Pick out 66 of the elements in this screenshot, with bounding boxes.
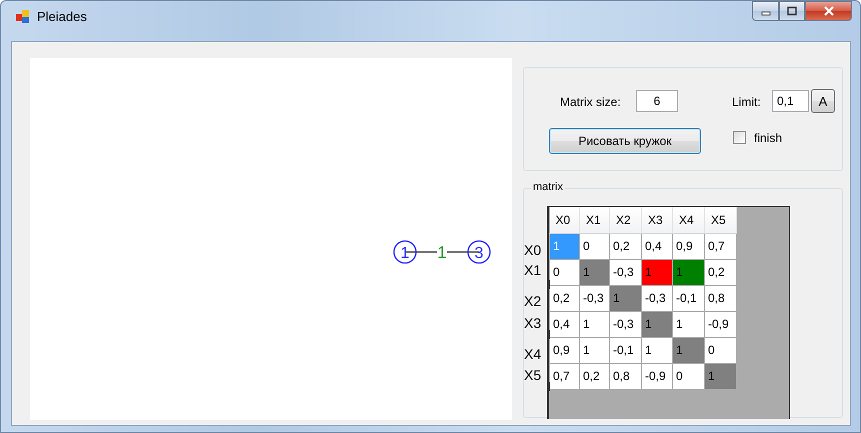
- window-title: Pleiades: [37, 8, 87, 24]
- table-cell[interactable]: -0,3: [580, 285, 610, 311]
- table-cell[interactable]: 0: [704, 337, 736, 363]
- close-button[interactable]: [805, 1, 852, 21]
- table-cell[interactable]: 0: [672, 363, 704, 389]
- table-cell[interactable]: 1: [642, 311, 672, 337]
- table-cell[interactable]: 0,8: [704, 285, 736, 311]
- row-label: X1: [524, 262, 542, 278]
- table-cell[interactable]: 1: [672, 311, 704, 337]
- table-cell[interactable]: 1: [580, 311, 610, 337]
- limit-field[interactable]: 0,1: [772, 90, 809, 112]
- table-cell[interactable]: -0,1: [610, 337, 642, 363]
- column-header[interactable]: X4: [672, 207, 704, 233]
- column-header[interactable]: X5: [704, 207, 736, 233]
- graph-node: 1: [393, 240, 417, 264]
- table-cell[interactable]: 1: [580, 259, 610, 285]
- table-cell[interactable]: 0: [580, 233, 610, 259]
- table-cell[interactable]: 0,9: [672, 233, 704, 259]
- table-cell[interactable]: 0,4: [642, 233, 672, 259]
- table-cell[interactable]: 0,2: [550, 285, 580, 311]
- close-icon: [822, 6, 834, 16]
- table-cell[interactable]: 0,2: [580, 363, 610, 389]
- column-header[interactable]: X0: [550, 207, 580, 233]
- checkbox-label: finish: [754, 131, 782, 145]
- row-label: X3: [524, 315, 542, 331]
- column-header[interactable]: X3: [642, 207, 672, 233]
- maximize-icon: [786, 6, 798, 16]
- minimize-button[interactable]: [752, 1, 779, 21]
- table-cell[interactable]: -0,3: [642, 285, 672, 311]
- table-cell[interactable]: -0,9: [704, 311, 736, 337]
- table-cell[interactable]: 0,2: [610, 233, 642, 259]
- table-cell[interactable]: -0,1: [672, 285, 704, 311]
- table-cell[interactable]: -0,3: [610, 259, 642, 285]
- draw-button[interactable]: Рисовать кружок: [549, 128, 701, 154]
- table-cell[interactable]: 0,8: [610, 363, 642, 389]
- field-label: Matrix size:: [560, 95, 621, 109]
- maximize-button[interactable]: [779, 1, 805, 21]
- table-cell[interactable]: 1: [642, 337, 672, 363]
- row-label: X0: [524, 242, 542, 258]
- finish-checkbox[interactable]: [733, 131, 746, 144]
- apply-button[interactable]: A: [811, 89, 835, 113]
- table-cell[interactable]: -0,9: [642, 363, 672, 389]
- field-label: Limit:: [732, 95, 761, 109]
- graph-node: 3: [467, 240, 491, 264]
- table-cell[interactable]: 1: [610, 285, 642, 311]
- table-cell[interactable]: 0,7: [550, 363, 580, 389]
- column-header[interactable]: X1: [580, 207, 610, 233]
- table-cell[interactable]: 0,7: [704, 233, 736, 259]
- table-cell[interactable]: 0,4: [550, 311, 580, 337]
- table-cell[interactable]: 1: [672, 259, 704, 285]
- row-label: X2: [524, 293, 542, 309]
- table-cell[interactable]: 1: [704, 363, 736, 389]
- table-cell[interactable]: 0: [550, 259, 580, 285]
- table-cell[interactable]: 1: [580, 337, 610, 363]
- table-cell[interactable]: 1: [672, 337, 704, 363]
- table-cell[interactable]: 0,2: [704, 259, 736, 285]
- row-label: X4: [524, 346, 542, 362]
- edge-weight: 1: [437, 243, 447, 262]
- table-cell[interactable]: 0,9: [550, 337, 580, 363]
- column-header[interactable]: X2: [610, 207, 642, 233]
- matrix-size-field[interactable]: 6: [636, 90, 678, 112]
- group-title: matrix: [531, 181, 565, 193]
- app-icon: [15, 8, 31, 24]
- row-label: X5: [524, 367, 542, 383]
- table-cell[interactable]: -0,3: [610, 311, 642, 337]
- table-cell[interactable]: 1: [642, 259, 672, 285]
